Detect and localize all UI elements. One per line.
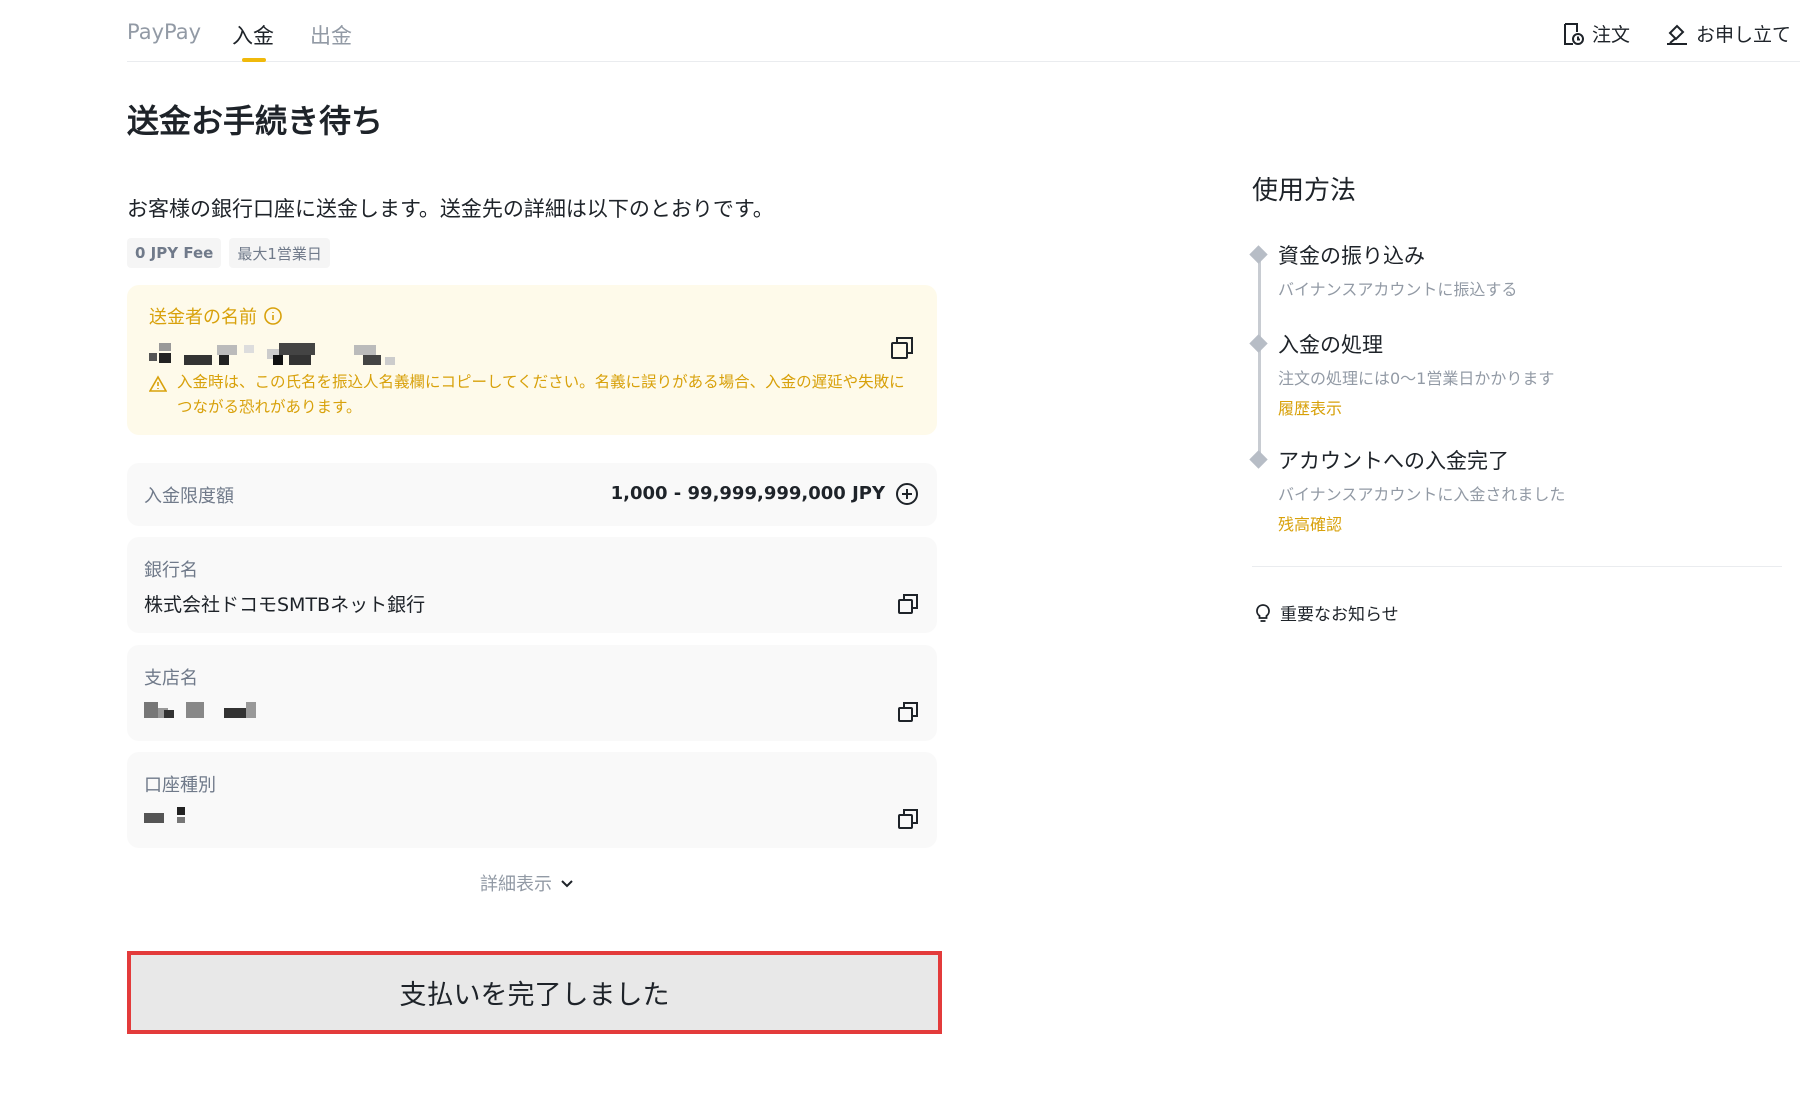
- bank-name-card: 銀行名 株式会社ドコモSMTBネット銀行: [127, 537, 937, 633]
- account-type-redacted: [144, 807, 204, 829]
- copy-icon[interactable]: [896, 592, 920, 616]
- orders-label: 注文: [1592, 24, 1631, 46]
- step-marker: [1249, 245, 1268, 264]
- orders-button[interactable]: 注文: [1560, 20, 1630, 47]
- copy-icon[interactable]: [896, 807, 920, 831]
- chevron-down-icon: [561, 880, 573, 888]
- howto-title: 使用方法: [1252, 176, 1357, 206]
- bank-name-value: 株式会社ドコモSMTBネット銀行: [144, 594, 426, 616]
- branch-name-label: 支店名: [144, 668, 198, 689]
- page-title: 送金お手続き待ち: [127, 102, 384, 140]
- step-title: アカウントへの入金完了: [1278, 449, 1509, 473]
- step-marker: [1249, 450, 1268, 469]
- deposit-limit-value: 1,000 - 99,999,999,000 JPY: [610, 483, 885, 504]
- step-title: 資金の振り込み: [1278, 244, 1425, 268]
- step-description: バイナンスアカウントに振込する: [1278, 280, 1518, 299]
- branch-name-redacted: [144, 700, 274, 722]
- active-tab-indicator: [242, 58, 266, 62]
- branch-name-card: 支店名: [127, 645, 937, 741]
- show-details-toggle[interactable]: 詳細表示: [480, 870, 576, 896]
- account-type-card: 口座種別: [127, 752, 937, 848]
- tab-deposit[interactable]: 入金: [232, 20, 274, 50]
- warning-icon: [149, 375, 167, 392]
- sender-warning: 入金時は、この氏名を振込人名義欄にコピーしてください。名義に誤りがある場合、入金…: [149, 370, 919, 420]
- copy-icon[interactable]: [896, 700, 920, 724]
- appeal-label: お申し立て: [1696, 24, 1792, 46]
- right-divider: [1252, 566, 1782, 567]
- step-marker: [1249, 334, 1268, 353]
- plus-circle-icon[interactable]: [894, 481, 920, 507]
- timeline-line: [1258, 252, 1261, 455]
- sender-name-card: 送金者の名前 入金時は、この氏名を振込人名義欄にコピーしてください。名義に誤りが…: [127, 285, 937, 435]
- history-link[interactable]: 履歴表示: [1278, 395, 1342, 419]
- deposit-limit-label: 入金限度額: [144, 486, 234, 507]
- tab-paypay[interactable]: PayPay: [127, 20, 201, 44]
- fee-tag: 0 JPY Fee: [127, 238, 222, 268]
- step-description: バイナンスアカウントに入金されました: [1278, 485, 1566, 504]
- appeal-button[interactable]: お申し立て: [1664, 20, 1791, 47]
- step-description: 注文の処理には0〜1営業日かかります: [1278, 369, 1555, 388]
- bank-name-label: 銀行名: [144, 560, 198, 581]
- deposit-limit-row: 入金限度額 1,000 - 99,999,999,000 JPY: [127, 463, 937, 526]
- sender-name-label: 送金者の名前: [149, 303, 283, 329]
- balance-link[interactable]: 残高確認: [1278, 511, 1342, 535]
- important-notice-link[interactable]: 重要なお知らせ: [1252, 600, 1399, 625]
- top-nav: PayPay 入金 出金 注文 お申し立て: [127, 0, 1800, 62]
- copy-icon[interactable]: [889, 335, 915, 361]
- info-tags: 0 JPY Fee 最大1営業日: [127, 238, 330, 268]
- lightbulb-icon: [1256, 603, 1270, 622]
- intro-text: お客様の銀行口座に送金します。送金先の詳細は以下のとおりです。: [127, 197, 774, 221]
- step-title: 入金の処理: [1278, 333, 1383, 357]
- order-icon: [1564, 22, 1584, 45]
- info-icon[interactable]: [263, 306, 283, 326]
- tab-withdraw[interactable]: 出金: [310, 20, 352, 50]
- sender-name-redacted: [149, 343, 409, 369]
- payment-completed-button[interactable]: 支払いを完了しました: [127, 951, 942, 1034]
- account-type-label: 口座種別: [144, 775, 216, 796]
- appeal-icon: [1667, 24, 1687, 45]
- time-tag: 最大1営業日: [229, 238, 330, 268]
